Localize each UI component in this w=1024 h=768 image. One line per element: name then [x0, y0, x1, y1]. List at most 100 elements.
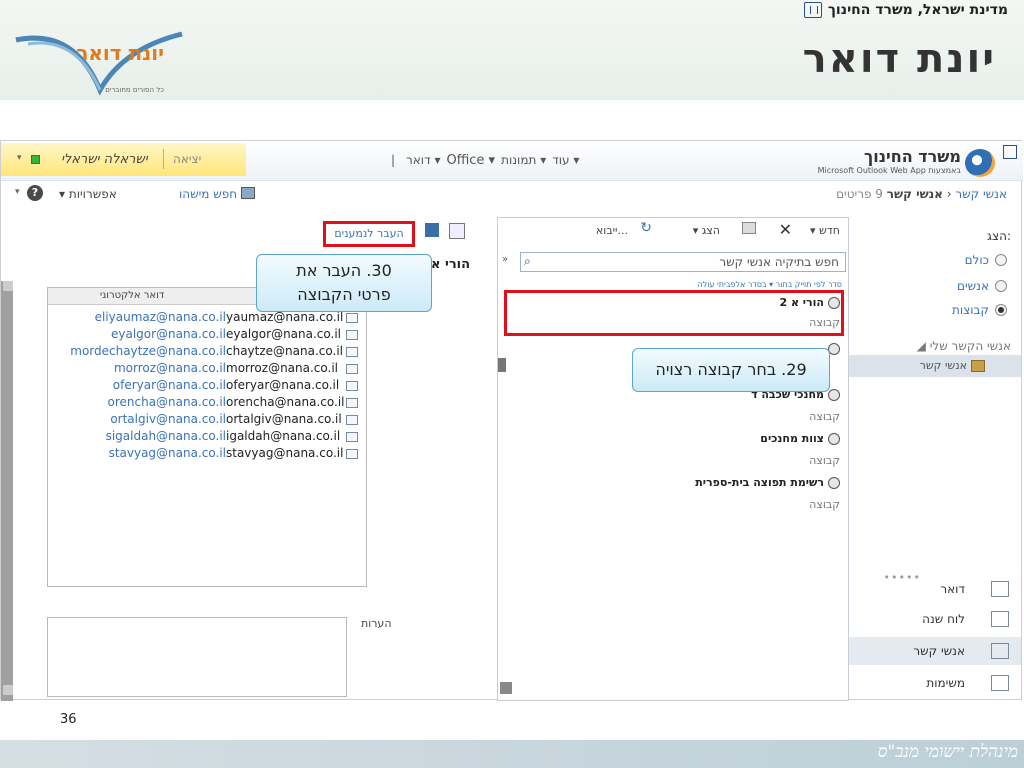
group-icon [828, 477, 840, 489]
emblem-icon [1003, 145, 1017, 159]
move-to-recipients-button[interactable]: העבר לנמענים [323, 221, 415, 247]
help-icon[interactable]: ? [27, 185, 43, 201]
module-calendar[interactable]: לוח שנה [845, 605, 1021, 633]
sort-options[interactable]: סדר לפי תוייק בתור ▾ בסדר אלפביתי עולה [697, 280, 842, 289]
refresh-icon[interactable]: ↻ [640, 220, 652, 236]
item-count: 9 פריטים [836, 187, 883, 201]
member-display-name[interactable]: morroz@nana.co.il [226, 361, 346, 375]
contacts-search-input[interactable]: חפש בתיקיה אנשי קשר [520, 252, 846, 272]
owa-window: ▾ ישראלה ישראלי יציאה | ▾ עוד ▾ תמונות ▾… [0, 140, 1023, 701]
ministry-line: מדינת ישראל, משרד החינוך [803, 2, 1008, 18]
find-person-link[interactable]: חפש מישהו [179, 187, 237, 201]
group-item[interactable]: צוות מחנכים [760, 432, 840, 445]
member-email-address[interactable]: morroz@nana.co.il [114, 361, 226, 375]
nav-office[interactable]: ▾ Office [446, 153, 495, 168]
owl-icon [965, 149, 995, 177]
print-icon[interactable] [449, 223, 465, 239]
delete-icon[interactable]: ✕ [779, 220, 792, 239]
calendar-grid-icon[interactable] [425, 223, 439, 237]
member-display-name[interactable]: ortalgiv@nana.co.il [226, 412, 346, 426]
top-nav: ▾ עוד ▾ תמונות ▾ Office ▾ דואר [406, 153, 579, 168]
member-display-name[interactable]: eyalgor@nana.co.il [226, 327, 346, 341]
pane-splitter[interactable] [498, 358, 506, 372]
view-menu[interactable]: ▾ הצג [693, 224, 720, 237]
member-email-address[interactable]: stavyag@nana.co.il [109, 446, 226, 460]
search-expand-icon[interactable]: » [502, 254, 508, 265]
member-email-address[interactable]: eyalgor@nana.co.il [111, 327, 226, 341]
contacts-icon [991, 643, 1009, 659]
presence-status-icon[interactable] [31, 155, 40, 164]
ministry-text: מדינת ישראל, משרד החינוך [827, 2, 1008, 18]
member-email-address[interactable]: mordechaytze@nana.co.il [70, 344, 226, 358]
member-display-name[interactable]: yaumaz@nana.co.il [226, 310, 346, 324]
logo-tagline: כל הסורים מחוברים [105, 86, 164, 94]
module-contacts[interactable]: אנשי קשר [845, 637, 1021, 665]
member-display-name[interactable]: orencha@nana.co.il [226, 395, 346, 409]
member-email-address[interactable]: oferyar@nana.co.il [113, 378, 226, 392]
member-email-address[interactable]: ortalgiv@nana.co.il [110, 412, 226, 426]
filter-groups[interactable]: קבוצות [952, 303, 1007, 317]
show-label: הצג: [987, 229, 1011, 243]
footer-text: מינהלת יישומי מנב"ס [877, 742, 1018, 762]
callout-step-30: 30. העבר את פרטי הקבוצה [256, 254, 432, 312]
contact-card-icon [346, 364, 358, 374]
nav-photos[interactable]: ▾ תמונות [501, 153, 546, 168]
scroll-up-icon[interactable] [3, 281, 13, 291]
brand-title: משרד החינוך [864, 147, 961, 166]
highlight-selected-group [504, 290, 844, 336]
member-display-name[interactable]: stavyag@nana.co.il [226, 446, 346, 460]
member-email-address[interactable]: orencha@nana.co.il [108, 395, 227, 409]
member-display-name[interactable]: chaytze@nana.co.il [226, 344, 346, 358]
filter-all[interactable]: כולם [965, 253, 1007, 267]
nav-more[interactable]: ▾ עוד [552, 153, 579, 168]
move-icon[interactable] [742, 222, 756, 234]
module-tasks[interactable]: משימות [845, 669, 1021, 697]
contact-card-icon [346, 381, 358, 391]
search-icon[interactable]: ⌕ [524, 254, 531, 269]
module-mail[interactable]: דואר [845, 575, 1021, 603]
exit-link[interactable]: יציאה [173, 152, 201, 166]
filter-people[interactable]: אנשים [957, 279, 1007, 293]
address-book-icon[interactable] [241, 187, 255, 199]
email-column-header[interactable]: דואר אלקטרוני [100, 290, 164, 301]
member-email-address[interactable]: eliyaumaz@nana.co.il [95, 310, 226, 324]
slide-title: יונת דואר [802, 36, 996, 82]
page-number: 36 [60, 712, 77, 727]
group-detail-title: הורי א [431, 257, 471, 272]
callout-30-line1: 30. העבר את [296, 261, 392, 280]
presence-caret-icon[interactable]: ▾ [17, 153, 22, 163]
brand-subtitle: Microsoft Outlook Web App באמצעות [817, 166, 961, 175]
group-icon [828, 389, 840, 401]
my-contacts-header[interactable]: אנשי הקשר שלי ◢ [917, 339, 1011, 353]
contacts-folder-label[interactable]: אנשי קשר [920, 359, 967, 372]
tasks-icon [991, 675, 1009, 691]
breadcrumb-root[interactable]: אנשי קשר [955, 187, 1007, 201]
nav-mail[interactable]: ▾ דואר [406, 153, 440, 168]
state-emblem-icon [803, 2, 822, 18]
breadcrumb-chevron-icon: ‹ [942, 187, 952, 201]
radio-all-icon[interactable] [995, 254, 1007, 266]
scroll-down-icon[interactable] [500, 682, 512, 694]
breadcrumb: אנשי קשר ‹ אנשי קשר 9 פריטים [836, 187, 1007, 201]
group-item[interactable]: רשימת תפוצה בית-ספרית [695, 476, 840, 489]
scroll-down-icon[interactable] [3, 685, 13, 695]
radio-groups-icon[interactable] [995, 304, 1007, 316]
group-type: קבוצה [809, 410, 840, 423]
user-name[interactable]: ישראלה ישראלי [61, 152, 148, 167]
contacts-folder-icon [971, 360, 985, 372]
import-button[interactable]: ייבוא... [596, 224, 628, 237]
options-menu[interactable]: ▾ אפשרויות [59, 187, 117, 201]
breadcrumb-current: אנשי קשר [886, 187, 943, 201]
new-button[interactable]: ▾ חדש [810, 224, 840, 237]
member-display-name[interactable]: igaldah@nana.co.il [226, 429, 346, 443]
notes-field[interactable] [47, 617, 347, 697]
member-display-name[interactable]: oferyar@nana.co.il [226, 378, 346, 392]
help-caret-icon[interactable]: ▾ [15, 187, 20, 197]
detail-scrollbar[interactable] [1, 281, 13, 701]
contact-card-icon [346, 415, 358, 425]
group-type: קבוצה [809, 498, 840, 511]
radio-people-icon[interactable] [995, 280, 1007, 292]
contact-card-icon [346, 432, 358, 442]
member-email-address[interactable]: sigaldah@nana.co.il [106, 429, 226, 443]
owa-brand: משרד החינוך Microsoft Outlook Web App בא… [818, 147, 961, 175]
